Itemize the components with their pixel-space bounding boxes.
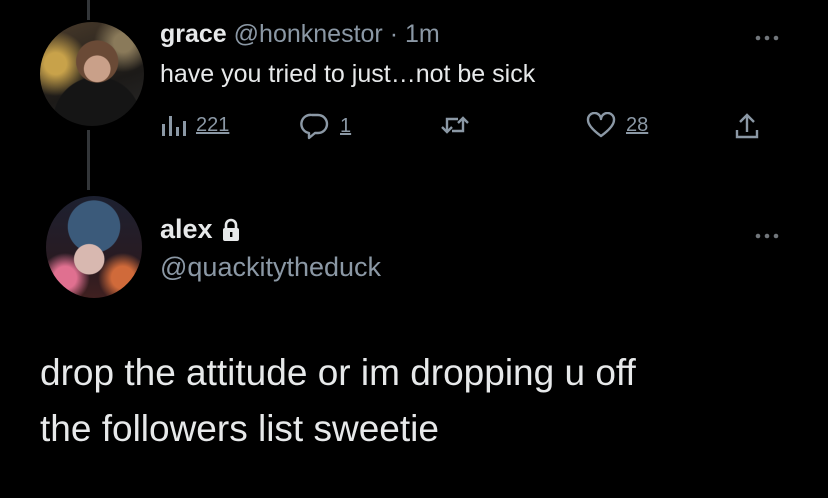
reply-icon	[300, 113, 329, 140]
avatar-grace[interactable]	[40, 22, 144, 126]
reply-count: 1	[340, 114, 352, 137]
thread-line-top	[87, 0, 90, 20]
retweet-button[interactable]	[440, 112, 470, 138]
more-icon[interactable]	[754, 26, 780, 47]
like-icon	[586, 112, 616, 138]
like-button[interactable]: 28	[586, 112, 648, 138]
retweet-icon	[441, 116, 469, 134]
time-separator: ·	[389, 20, 399, 48]
views-count: 221	[196, 113, 230, 136]
action-bar: 221 1 28	[160, 112, 770, 146]
main-author-handle[interactable]: @quackitytheduck	[160, 252, 381, 283]
lock-icon	[222, 218, 239, 241]
main-author: alex	[160, 214, 241, 245]
share-button[interactable]	[734, 112, 760, 140]
author-name[interactable]: grace	[160, 20, 227, 48]
views-button[interactable]: 221	[160, 112, 229, 138]
more-icon[interactable]	[754, 224, 780, 245]
author-handle[interactable]: @honknestor	[234, 20, 383, 48]
reply-text: have you tried to just…not be sick	[160, 60, 536, 88]
timestamp[interactable]: 1m	[405, 20, 440, 48]
main-tweet-text: drop the attitude or im dropping u off t…	[40, 345, 780, 457]
main-author-name[interactable]: alex	[160, 214, 213, 245]
reply-header: grace @honknestor · 1m	[160, 20, 440, 49]
reply-button[interactable]: 1	[300, 112, 351, 140]
thread-line-mid	[87, 130, 90, 190]
main-tweet-line-1: drop the attitude or im dropping u off	[40, 352, 636, 393]
share-icon	[735, 113, 759, 139]
views-icon	[162, 116, 186, 136]
main-tweet-line-2: the followers list sweetie	[40, 408, 439, 449]
like-count: 28	[626, 113, 649, 136]
avatar-alex[interactable]	[46, 196, 142, 298]
